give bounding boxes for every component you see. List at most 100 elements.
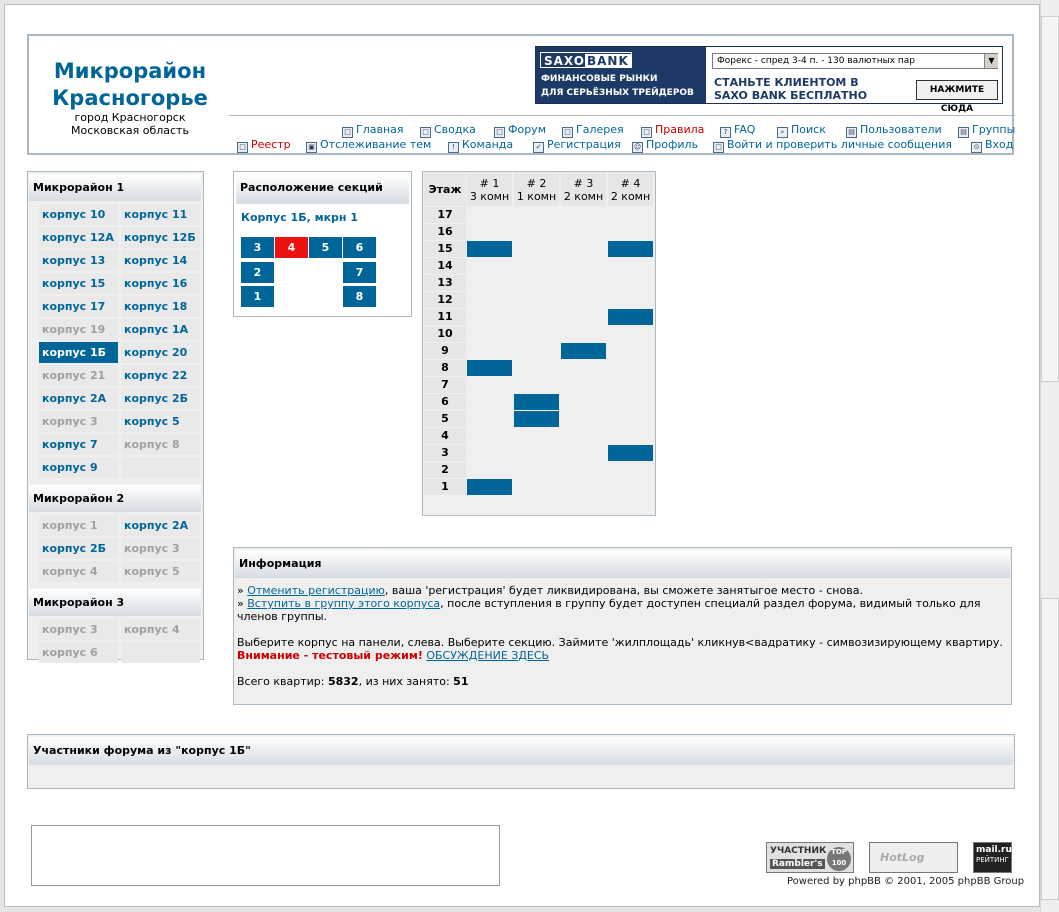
- chevron-down-icon[interactable]: ▼: [984, 54, 998, 68]
- sidebar-item[interactable]: корпус 16: [121, 273, 200, 294]
- sidebar-item[interactable]: корпус 12Б: [121, 227, 200, 248]
- section-button[interactable]: 6: [343, 237, 376, 258]
- section-button[interactable]: 5: [309, 237, 342, 258]
- nav-row2-3-link[interactable]: ! Команда: [448, 138, 513, 153]
- apartment-cell[interactable]: [608, 241, 653, 257]
- apartment-cell[interactable]: [514, 360, 559, 376]
- sidebar-item[interactable]: корпус 13: [39, 250, 118, 271]
- apartment-cell[interactable]: [467, 275, 512, 291]
- apartment-cell[interactable]: [467, 309, 512, 325]
- apartment-cell[interactable]: [467, 224, 512, 240]
- nav-2-link[interactable]: □ Сводка: [420, 123, 476, 138]
- apartment-cell[interactable]: [467, 428, 512, 444]
- apartment-cell[interactable]: [561, 428, 606, 444]
- sections-subtitle[interactable]: Корпус 1Б, мкрн 1: [241, 211, 358, 224]
- apartment-cell[interactable]: [608, 258, 653, 274]
- apartment-cell[interactable]: [467, 445, 512, 461]
- nav-4-link[interactable]: □ Галерея: [562, 123, 624, 138]
- nav-row2-4-link[interactable]: ✓ Регистрация: [533, 138, 621, 153]
- discussion-link[interactable]: ОБСУЖДЕНИЕ ЗДЕСЬ: [426, 649, 549, 662]
- apartment-cell[interactable]: [514, 411, 559, 427]
- section-button[interactable]: 7: [343, 262, 376, 283]
- apartment-cell[interactable]: [608, 292, 653, 308]
- ad-banner-select[interactable]: Форекс - спред 3-4 п. - 130 валютных пар: [712, 53, 998, 69]
- sidebar-item[interactable]: корпус 7: [39, 434, 118, 455]
- apartment-cell[interactable]: [561, 462, 606, 478]
- apartment-cell[interactable]: [608, 411, 653, 427]
- sidebar-item[interactable]: корпус 2Б: [121, 388, 200, 409]
- apartment-cell[interactable]: [561, 326, 606, 342]
- apartment-cell[interactable]: [608, 479, 653, 495]
- apartment-cell[interactable]: [561, 479, 606, 495]
- section-button[interactable]: 3: [241, 237, 274, 258]
- apartment-cell[interactable]: [561, 394, 606, 410]
- sidebar-item[interactable]: корпус 20: [121, 342, 200, 363]
- nav-9-link[interactable]: ▤ Группы: [958, 123, 1015, 138]
- sidebar-item[interactable]: корпус 12А: [39, 227, 118, 248]
- apartment-cell[interactable]: [514, 207, 559, 223]
- sidebar-item[interactable]: корпус 2А: [121, 515, 200, 536]
- apartment-cell[interactable]: [608, 462, 653, 478]
- apartment-cell[interactable]: [608, 309, 653, 325]
- site-title-line2[interactable]: Красногорье: [30, 85, 230, 112]
- sidebar-item[interactable]: корпус 2А: [39, 388, 118, 409]
- apartment-cell[interactable]: [514, 224, 559, 240]
- apartment-cell[interactable]: [608, 360, 653, 376]
- apartment-cell[interactable]: [561, 411, 606, 427]
- apartment-cell[interactable]: [561, 360, 606, 376]
- sidebar-item[interactable]: корпус 1Б: [39, 342, 118, 363]
- apartment-cell[interactable]: [467, 258, 512, 274]
- apartment-cell[interactable]: [467, 411, 512, 427]
- apartment-cell[interactable]: [467, 241, 512, 257]
- hotlog-counter[interactable]: HotLog: [869, 842, 958, 873]
- apartment-cell[interactable]: [467, 360, 512, 376]
- apartment-cell[interactable]: [514, 326, 559, 342]
- scrollbar-thumb[interactable]: [1041, 16, 1059, 382]
- apartment-cell[interactable]: [561, 258, 606, 274]
- apartment-cell[interactable]: [608, 207, 653, 223]
- apartment-cell[interactable]: [608, 224, 653, 240]
- apartment-cell[interactable]: [514, 377, 559, 393]
- nav-row2-7-link[interactable]: ⊙ Вход: [971, 138, 1013, 153]
- apartment-cell[interactable]: [561, 207, 606, 223]
- sidebar-item[interactable]: корпус 2Б: [39, 538, 118, 559]
- nav-row2-6-link[interactable]: □ Войти и проверить личные сообщения: [713, 138, 952, 153]
- scrollbar-track-lower[interactable]: [1041, 598, 1059, 900]
- cancel-registration-link[interactable]: Отменить регистрацию: [247, 584, 385, 597]
- nav-1-link[interactable]: □ Главная: [342, 123, 404, 138]
- nav-row2-2-link[interactable]: ▣ Отслеживание тем: [306, 138, 431, 153]
- apartment-cell[interactable]: [467, 462, 512, 478]
- rambler-top100-counter[interactable]: УЧАСТНИК Rambler's TOP 100: [766, 842, 854, 873]
- section-button[interactable]: 8: [343, 286, 376, 307]
- apartment-cell[interactable]: [514, 394, 559, 410]
- apartment-cell[interactable]: [467, 479, 512, 495]
- apartment-cell[interactable]: [514, 241, 559, 257]
- join-group-link[interactable]: Вступить в группу этого корпуса: [247, 597, 440, 610]
- apartment-cell[interactable]: [561, 241, 606, 257]
- apartment-cell[interactable]: [608, 343, 653, 359]
- section-button[interactable]: 1: [241, 286, 274, 307]
- apartment-cell[interactable]: [514, 258, 559, 274]
- apartment-cell[interactable]: [561, 377, 606, 393]
- section-button[interactable]: 2: [241, 262, 274, 283]
- site-title-line1[interactable]: Микрорайон: [30, 58, 230, 85]
- sidebar-item[interactable]: корпус 11: [121, 204, 200, 225]
- nav-7-link[interactable]: ⌕ Поиск: [777, 123, 826, 138]
- apartment-cell[interactable]: [608, 394, 653, 410]
- nav-8-link[interactable]: ▤ Пользователи: [846, 123, 942, 138]
- sidebar-item[interactable]: корпус 10: [39, 204, 118, 225]
- sidebar-item[interactable]: корпус 14: [121, 250, 200, 271]
- apartment-cell[interactable]: [561, 343, 606, 359]
- apartment-cell[interactable]: [514, 445, 559, 461]
- sidebar-item[interactable]: корпус 22: [121, 365, 200, 386]
- nav-row2-1-link[interactable]: □ Реестр: [237, 138, 291, 153]
- apartment-cell[interactable]: [467, 394, 512, 410]
- apartment-cell[interactable]: [467, 377, 512, 393]
- apartment-cell[interactable]: [514, 479, 559, 495]
- nav-5-link[interactable]: □ Правила: [641, 123, 704, 138]
- apartment-cell[interactable]: [514, 343, 559, 359]
- apartment-cell[interactable]: [467, 343, 512, 359]
- apartment-cell[interactable]: [561, 309, 606, 325]
- apartment-cell[interactable]: [467, 207, 512, 223]
- sidebar-item[interactable]: корпус 9: [39, 457, 118, 478]
